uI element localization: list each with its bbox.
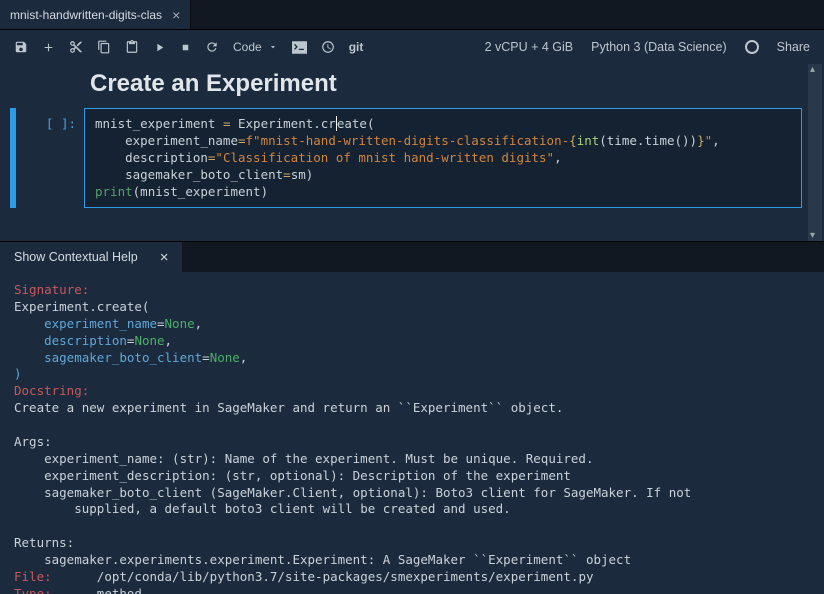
chevron-down-icon — [268, 42, 278, 52]
cut-icon[interactable] — [69, 40, 83, 54]
notebook-toolbar: Code git 2 vCPU + 4 GiB Python 3 (Data S… — [0, 30, 824, 64]
help-tab[interactable]: Show Contextual Help × — [0, 242, 182, 272]
editor-tab[interactable]: mnist-handwritten-digits-clas × — [0, 0, 191, 29]
cell-type-select[interactable]: Code — [233, 40, 278, 54]
restart-icon[interactable] — [205, 40, 219, 54]
help-tab-title: Show Contextual Help — [14, 250, 138, 264]
cell-prompt: [ ]: — [18, 108, 84, 208]
kernel-status-icon[interactable] — [745, 40, 759, 54]
docstring-label: Docstring: — [14, 383, 89, 398]
cell-type-label: Code — [233, 40, 262, 54]
type-label: Type: — [14, 586, 52, 594]
add-cell-icon[interactable] — [42, 41, 55, 54]
terminal-icon[interactable] — [292, 41, 307, 54]
cell-active-indicator — [10, 108, 16, 208]
copy-icon[interactable] — [97, 40, 111, 54]
compute-status[interactable]: 2 vCPU + 4 GiB — [485, 40, 574, 54]
editor-tab-bar: mnist-handwritten-digits-clas × — [0, 0, 824, 30]
code-editor[interactable]: mnist_experiment = Experiment.create( ex… — [84, 108, 802, 208]
paste-icon[interactable] — [125, 40, 139, 54]
docstring-body: Create a new experiment in SageMaker and… — [14, 400, 691, 567]
run-icon[interactable] — [153, 41, 166, 54]
type-value: method — [97, 586, 142, 594]
git-button[interactable]: git — [349, 40, 364, 54]
signature-label: Signature: — [14, 282, 89, 297]
scrollbar-vertical[interactable] — [808, 64, 822, 241]
close-icon[interactable]: × — [172, 7, 180, 23]
tab-title: mnist-handwritten-digits-clas — [10, 8, 162, 22]
file-label: File: — [14, 569, 52, 584]
share-button[interactable]: Share — [777, 40, 810, 54]
code-cell[interactable]: [ ]: mnist_experiment = Experiment.creat… — [10, 108, 802, 208]
file-value: /opt/conda/lib/python3.7/site-packages/s… — [97, 569, 594, 584]
contextual-help-panel: Signature: Experiment.create( experiment… — [0, 272, 824, 594]
save-icon[interactable] — [14, 40, 28, 54]
kernel-name[interactable]: Python 3 (Data Science) — [591, 40, 727, 54]
notebook-body: Create an Experiment [ ]: mnist_experime… — [0, 64, 824, 242]
help-tab-bar: Show Contextual Help × — [0, 242, 824, 272]
close-icon[interactable]: × — [160, 249, 169, 266]
stop-icon[interactable] — [180, 42, 191, 53]
schedule-icon[interactable] — [321, 40, 335, 54]
markdown-heading: Create an Experiment — [0, 64, 824, 108]
